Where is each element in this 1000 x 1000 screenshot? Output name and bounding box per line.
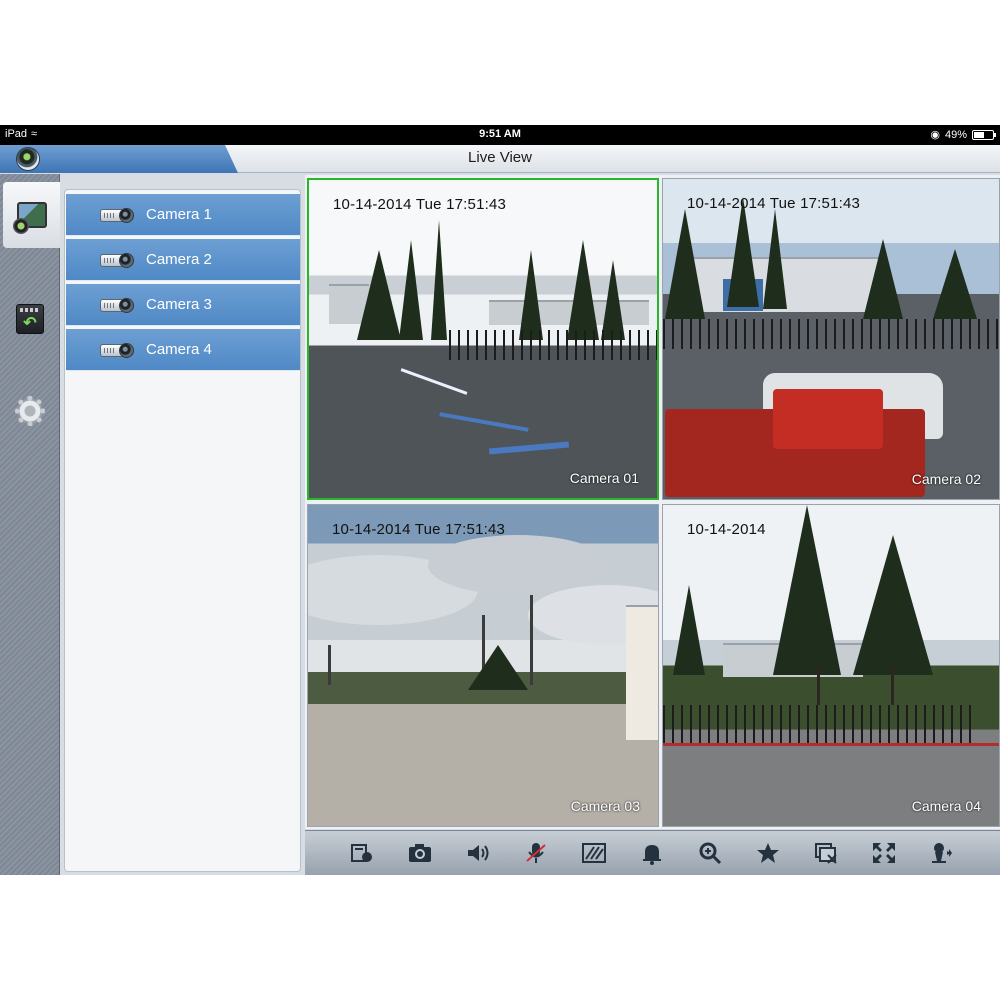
favorite-button[interactable] [753, 839, 783, 867]
camera-icon [100, 296, 136, 314]
parking-line [400, 368, 468, 395]
camera-icon [100, 251, 136, 269]
status-right: ◉ 49% [930, 128, 996, 141]
audio-button[interactable] [463, 839, 493, 867]
camera-list-item-3[interactable]: Camera 3 [66, 284, 300, 326]
side-rail [0, 174, 60, 875]
video-timestamp: 10-14-2014 Tue 17:51:43 [333, 196, 507, 213]
tree-trunk [891, 665, 894, 705]
camera-list-label: Camera 3 [146, 296, 212, 313]
battery-icon [972, 129, 996, 140]
bottom-toolbar [305, 830, 1000, 875]
tree [863, 239, 903, 319]
tree [431, 220, 447, 340]
tree [933, 249, 977, 319]
fence [663, 319, 999, 349]
snapshot-icon [409, 844, 431, 862]
tree [763, 209, 787, 309]
ipad-screen: iPad ≈ 9:51 AM ◉ 49% Live View Camera 1 [0, 125, 1000, 875]
battery-percent: 49% [944, 128, 967, 141]
camera-list-panel: Camera 1 Camera 2 Camera 3 Camera 4 [64, 189, 301, 872]
alarm-button[interactable] [637, 839, 667, 867]
truck-cab [773, 389, 883, 449]
live-view-button[interactable] [3, 182, 60, 248]
camera-list-item-2[interactable]: Camera 2 [66, 239, 300, 281]
zoom-icon [699, 842, 722, 865]
record-icon [351, 844, 372, 862]
record-button[interactable] [347, 839, 377, 867]
building [693, 257, 883, 312]
tree [853, 535, 933, 675]
video-grid: 10-14-2014 Tue 17:51:43 Camera 01 10-14-… [305, 175, 1000, 829]
ptz-button[interactable] [927, 839, 957, 867]
fence [663, 705, 973, 745]
ptz-icon [932, 843, 952, 863]
video-timestamp: 10-14-2014 Tue 17:51:43 [332, 521, 506, 538]
video-camera-name: Camera 04 [911, 798, 981, 814]
red-curb [663, 743, 999, 746]
status-time: 9:51 AM [479, 128, 521, 140]
tree [673, 585, 705, 675]
tree-trunk [817, 665, 820, 705]
video-tile-2[interactable]: 10-14-2014 Tue 17:51:43 Camera 02 [662, 178, 1000, 500]
settings-button[interactable] [3, 378, 57, 444]
camera-list-label: Camera 2 [146, 251, 212, 268]
talk-button[interactable] [521, 839, 551, 867]
tree [727, 197, 759, 307]
playback-button[interactable] [3, 286, 57, 352]
audio-icon [468, 845, 489, 861]
camera-list-label: Camera 1 [146, 206, 212, 223]
utility-pole [328, 645, 331, 685]
orientation-lock-icon: ◉ [930, 129, 940, 141]
video-tile-4[interactable]: 10-14-2014 Camera 04 [662, 504, 1000, 827]
fullscreen-icon [873, 843, 895, 863]
camera-icon [100, 341, 136, 359]
playback-icon [16, 304, 44, 334]
camera-icon [100, 206, 136, 224]
tree [357, 250, 401, 340]
video-camera-name: Camera 02 [911, 471, 981, 487]
video-timestamp: 10-14-2014 [687, 521, 766, 538]
image-settings-icon [582, 843, 606, 863]
tree [519, 250, 543, 340]
camera-list-item-4[interactable]: Camera 4 [66, 329, 300, 371]
video-tile-1[interactable]: 10-14-2014 Tue 17:51:43 Camera 01 [307, 178, 659, 500]
tree [567, 240, 599, 340]
video-timestamp: 10-14-2014 Tue 17:51:43 [687, 195, 861, 212]
page-title: Live View [468, 149, 532, 166]
close-all-icon [815, 843, 837, 864]
video-camera-name: Camera 01 [569, 470, 639, 486]
parking-line [488, 441, 570, 455]
camera-list-label: Camera 4 [146, 341, 212, 358]
utility-pole [530, 595, 533, 685]
camera-list-item-1[interactable]: Camera 1 [66, 194, 300, 236]
favorite-star-icon [757, 843, 779, 863]
fence [449, 330, 657, 360]
status-bar: iPad ≈ 9:51 AM ◉ 49% [0, 125, 1000, 145]
tree [468, 645, 528, 690]
tree [773, 505, 841, 675]
tree [399, 240, 423, 340]
tree [601, 260, 625, 340]
building [626, 605, 658, 740]
title-bar: Live View [0, 145, 1000, 173]
live-view-icon [12, 202, 47, 234]
parking-line [439, 412, 529, 432]
close-all-button[interactable] [811, 839, 841, 867]
video-tile-3[interactable]: 10-14-2014 Tue 17:51:43 Camera 03 [307, 504, 659, 827]
image-settings-button[interactable] [579, 839, 609, 867]
alarm-icon [643, 845, 661, 865]
settings-gear-icon [15, 396, 45, 426]
snapshot-button[interactable] [405, 839, 435, 867]
tree [665, 209, 705, 319]
video-camera-name: Camera 03 [570, 798, 640, 814]
fullscreen-button[interactable] [869, 839, 899, 867]
zoom-button[interactable] [695, 839, 725, 867]
talk-microphone-icon [526, 843, 546, 863]
